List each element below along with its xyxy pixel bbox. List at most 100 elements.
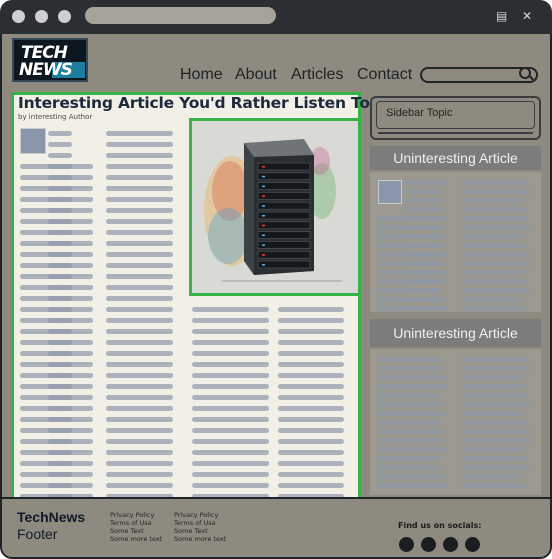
text-line-placeholder (462, 270, 524, 275)
sidebar-article-title[interactable]: Uninteresting Article (370, 146, 541, 170)
nav-contact[interactable]: Contact (357, 66, 412, 84)
article-image (189, 118, 361, 296)
text-line-placeholder (192, 483, 269, 488)
web-page: TECH NEWS Home About Articles Contact In… (0, 34, 552, 559)
address-bar[interactable] (85, 7, 276, 24)
sidebar-topic-box[interactable]: Sidebar Topic (370, 96, 541, 140)
text-line-placeholder (20, 395, 93, 400)
text-line-placeholder (192, 428, 269, 433)
server-led (262, 175, 265, 178)
main-article: Interesting Article You'd Rather Listen … (11, 92, 370, 500)
text-line-placeholder (192, 472, 269, 477)
text-line-placeholder (378, 288, 442, 293)
text-line-placeholder (20, 186, 93, 191)
text-line-placeholder (192, 439, 269, 444)
text-line-placeholder (462, 180, 527, 185)
search-icon[interactable] (519, 67, 531, 79)
text-line-placeholder (278, 351, 344, 356)
server-unit (257, 260, 311, 269)
text-line-placeholder (20, 263, 93, 268)
text-line-placeholder (378, 483, 448, 488)
social-icon-2[interactable] (421, 537, 436, 552)
text-line-placeholder (106, 263, 173, 268)
text-line-placeholder (192, 450, 269, 455)
nav-home[interactable]: Home (180, 66, 223, 84)
footer-link[interactable]: Terms of Use (174, 519, 226, 527)
server-led (262, 215, 265, 217)
text-line-placeholder (20, 208, 93, 213)
nav-articles[interactable]: Articles (291, 66, 343, 84)
sidebar-article-panel (370, 349, 541, 495)
text-line-placeholder (378, 357, 439, 362)
text-line-placeholder (378, 270, 447, 275)
server-led (262, 244, 265, 246)
text-line-placeholder (106, 351, 173, 356)
text-line-placeholder (404, 207, 444, 212)
text-line-placeholder (378, 306, 448, 311)
footer-link[interactable]: Privacy Policy (110, 511, 162, 519)
server-led (262, 185, 265, 188)
text-line-placeholder (378, 384, 448, 389)
window-maximize-dot[interactable] (58, 10, 71, 23)
window-close-dot[interactable] (12, 10, 25, 23)
social-icon-4[interactable] (465, 537, 480, 552)
footer-links-col-2: Privacy Policy Terms of Use Some Text So… (174, 511, 226, 543)
text-line-placeholder (278, 340, 344, 345)
text-line-placeholder (106, 296, 173, 301)
footer-link[interactable]: Terms of Use (110, 519, 162, 527)
footer-link[interactable]: Some Text (174, 527, 226, 535)
server-led (262, 224, 265, 227)
server-unit (257, 250, 311, 259)
text-line-placeholder (462, 411, 523, 416)
text-line-placeholder (20, 219, 93, 224)
window-minimize-dot[interactable] (35, 10, 48, 23)
text-line-placeholder (106, 230, 173, 235)
text-line-placeholder (404, 180, 446, 185)
text-line-placeholder (106, 384, 173, 389)
text-line-placeholder (20, 252, 93, 257)
text-line-placeholder (192, 307, 269, 312)
text-line-placeholder (106, 461, 173, 466)
text-line-placeholder (106, 252, 173, 257)
footer-links-col-1: Privacy Policy Terms of Use Some Text So… (110, 511, 162, 543)
text-line-placeholder (404, 189, 438, 194)
nav-about[interactable]: About (235, 66, 277, 84)
text-line-placeholder (278, 406, 344, 411)
server-led (262, 264, 265, 266)
server-led (262, 166, 265, 168)
text-line-placeholder (462, 438, 532, 443)
text-line-placeholder (48, 142, 72, 147)
text-line-placeholder (106, 208, 173, 213)
footer-brand: TechNews (17, 509, 86, 525)
text-line-placeholder (20, 406, 93, 411)
social-icon-1[interactable] (399, 537, 414, 552)
sidebar-article-title[interactable]: Uninteresting Article (370, 319, 541, 347)
social-icon-3[interactable] (443, 537, 458, 552)
text-line-placeholder (378, 456, 439, 461)
text-line-placeholder (20, 164, 93, 169)
text-line-placeholder (192, 373, 269, 378)
server-led (262, 195, 265, 197)
footer-link[interactable]: Some more text (174, 535, 226, 543)
text-line-placeholder (378, 465, 442, 470)
close-icon[interactable]: ✕ (522, 9, 532, 23)
text-line-placeholder (106, 241, 173, 246)
server-led (262, 234, 265, 237)
text-line-placeholder (20, 296, 93, 301)
sidebar-article-panel (370, 172, 541, 312)
footer-link[interactable]: Some more text (110, 535, 162, 543)
server-unit (257, 182, 311, 190)
text-line-placeholder (106, 186, 173, 191)
text-line-placeholder (278, 439, 344, 444)
site-logo[interactable]: TECH NEWS (12, 38, 88, 82)
menu-icon[interactable]: ▤ (496, 9, 507, 23)
text-line-placeholder (106, 219, 173, 224)
search-input[interactable] (420, 67, 538, 83)
text-line-placeholder (278, 318, 344, 323)
text-line-placeholder (278, 428, 344, 433)
footer-link[interactable]: Privacy Policy (174, 511, 226, 519)
footer-link[interactable]: Some Text (110, 527, 162, 535)
text-line-placeholder (462, 243, 526, 248)
text-line-placeholder (462, 474, 522, 479)
text-line-placeholder (106, 450, 173, 455)
